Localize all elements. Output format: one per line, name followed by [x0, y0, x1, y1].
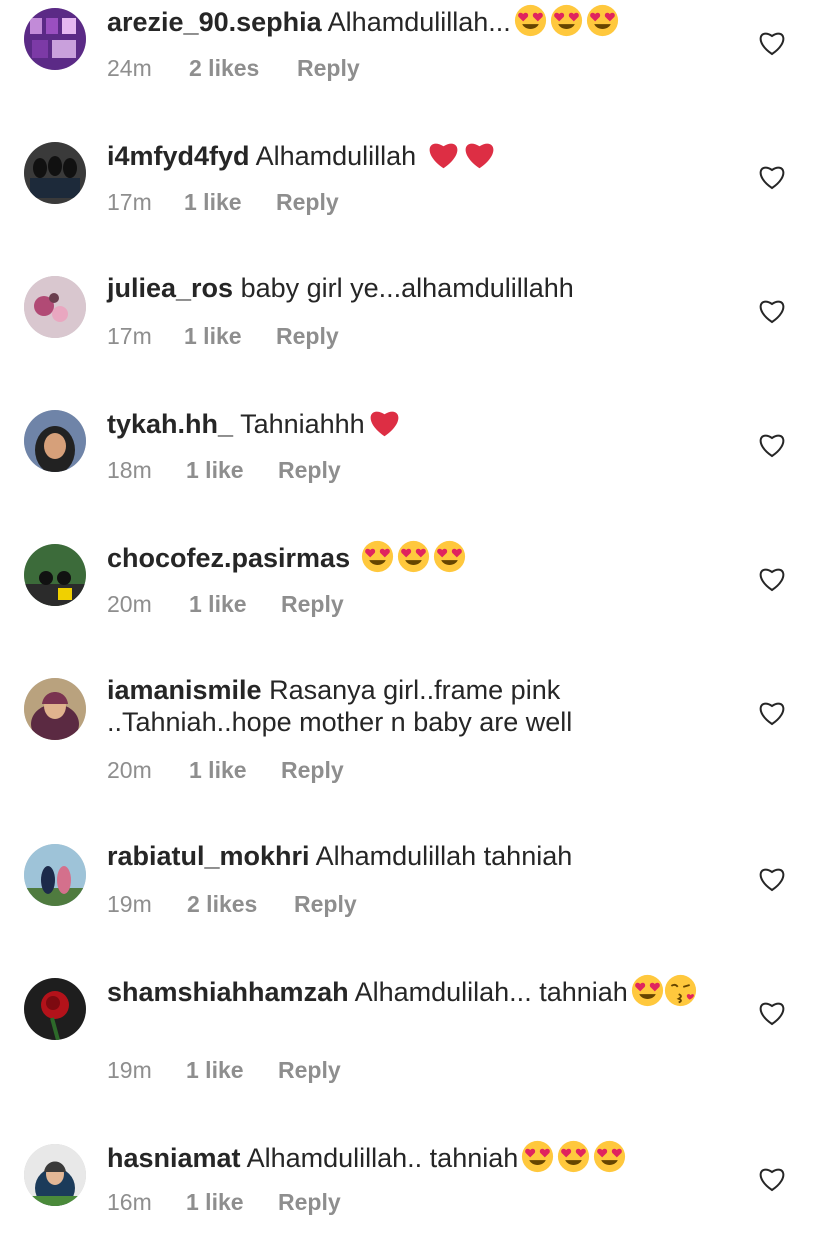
comment-text: juliea_ros baby girl ye...alhamdulillahh [107, 272, 707, 304]
username[interactable]: i4mfyd4fyd [107, 141, 250, 171]
username[interactable]: iamanismile [107, 675, 262, 705]
avatar[interactable] [24, 1144, 86, 1206]
timestamp: 16m [107, 1189, 152, 1215]
username[interactable]: hasniamat [107, 1143, 241, 1173]
timestamp: 19m [107, 1057, 152, 1083]
comment-body: Tahniahhh [240, 409, 365, 439]
comment-text: hasniamat Alhamdulillah.. tahniah [107, 1140, 707, 1174]
comment-text: tykah.hh_ Tahniahhh [107, 406, 707, 440]
username[interactable]: arezie_90.sephia [107, 7, 322, 37]
username[interactable]: shamshiahhamzah [107, 977, 349, 1007]
heart-eyes-emoji-icon [631, 974, 664, 1007]
username[interactable]: rabiatul_mokhri [107, 841, 310, 871]
reply-button[interactable]: Reply [281, 591, 344, 618]
like-heart-icon[interactable] [758, 164, 786, 190]
heart-eyes-emoji-icon [593, 1140, 626, 1173]
likes-count[interactable]: 1 like [186, 457, 244, 484]
comment-text: chocofez.pasirmas [107, 540, 707, 574]
likes-count[interactable]: 1 like [186, 1189, 244, 1216]
likes-count[interactable]: 1 like [184, 189, 242, 216]
avatar[interactable] [24, 142, 86, 204]
timestamp: 20m [107, 757, 152, 783]
like-heart-icon[interactable] [758, 1000, 786, 1026]
comment-text: iamanismile Rasanya girl..frame pink ..T… [107, 674, 667, 738]
comment-text: rabiatul_mokhri Alhamdulillah tahniah [107, 840, 707, 872]
reply-button[interactable]: Reply [278, 457, 341, 484]
comment-text: arezie_90.sephia Alhamdulillah... [107, 4, 707, 38]
heart-eyes-emoji-icon [521, 1140, 554, 1173]
heart-eyes-emoji-icon [514, 4, 547, 37]
comment-list: arezie_90.sephia Alhamdulillah... 24m 2 … [0, 0, 828, 1253]
comment-body: Alhamdulillah [255, 141, 424, 171]
heart-eyes-emoji-icon [550, 4, 583, 37]
username[interactable]: tykah.hh_ [107, 409, 233, 439]
avatar[interactable] [24, 276, 86, 338]
avatar[interactable] [24, 678, 86, 740]
like-heart-icon[interactable] [758, 298, 786, 324]
like-heart-icon[interactable] [758, 700, 786, 726]
likes-count[interactable]: 1 like [184, 323, 242, 350]
red-heart-emoji-icon [463, 138, 496, 171]
heart-eyes-emoji-icon [361, 540, 394, 573]
timestamp: 19m [107, 891, 152, 917]
username[interactable]: chocofez.pasirmas [107, 543, 350, 573]
like-heart-icon[interactable] [758, 566, 786, 592]
comment-text: i4mfyd4fyd Alhamdulillah [107, 138, 707, 172]
timestamp: 18m [107, 457, 152, 483]
like-heart-icon[interactable] [758, 30, 786, 56]
comment-text: shamshiahhamzah Alhamdulilah... tahniah [107, 974, 707, 1008]
comment-body: Alhamdulillah.. tahniah [246, 1143, 519, 1173]
avatar[interactable] [24, 544, 86, 606]
like-heart-icon[interactable] [758, 432, 786, 458]
like-heart-icon[interactable] [758, 866, 786, 892]
likes-count[interactable]: 2 likes [187, 891, 257, 918]
timestamp: 24m [107, 55, 152, 81]
comment-body: Alhamdulillah tahniah [315, 841, 573, 871]
avatar[interactable] [24, 844, 86, 906]
comment-body: baby girl ye...alhamdulillahh [240, 273, 574, 303]
heart-eyes-emoji-icon [586, 4, 619, 37]
reply-button[interactable]: Reply [297, 55, 360, 82]
heart-eyes-emoji-icon [397, 540, 430, 573]
reply-button[interactable]: Reply [276, 323, 339, 350]
heart-eyes-emoji-icon [433, 540, 466, 573]
timestamp: 17m [107, 323, 152, 349]
kissing-heart-emoji-icon [664, 974, 697, 1007]
comment-body: Alhamdulilah... tahniah [354, 977, 628, 1007]
likes-count[interactable]: 2 likes [189, 55, 259, 82]
likes-count[interactable]: 1 like [189, 757, 247, 784]
red-heart-emoji-icon [427, 138, 460, 171]
like-heart-icon[interactable] [758, 1166, 786, 1192]
avatar[interactable] [24, 410, 86, 472]
timestamp: 17m [107, 189, 152, 215]
likes-count[interactable]: 1 like [189, 591, 247, 618]
avatar[interactable] [24, 978, 86, 1040]
reply-button[interactable]: Reply [278, 1189, 341, 1216]
reply-button[interactable]: Reply [278, 1057, 341, 1084]
username[interactable]: juliea_ros [107, 273, 233, 303]
comment-body: Alhamdulillah... [327, 7, 511, 37]
reply-button[interactable]: Reply [276, 189, 339, 216]
heart-eyes-emoji-icon [557, 1140, 590, 1173]
likes-count[interactable]: 1 like [186, 1057, 244, 1084]
timestamp: 20m [107, 591, 152, 617]
reply-button[interactable]: Reply [294, 891, 357, 918]
red-heart-emoji-icon [368, 406, 401, 439]
reply-button[interactable]: Reply [281, 757, 344, 784]
avatar[interactable] [24, 8, 86, 70]
